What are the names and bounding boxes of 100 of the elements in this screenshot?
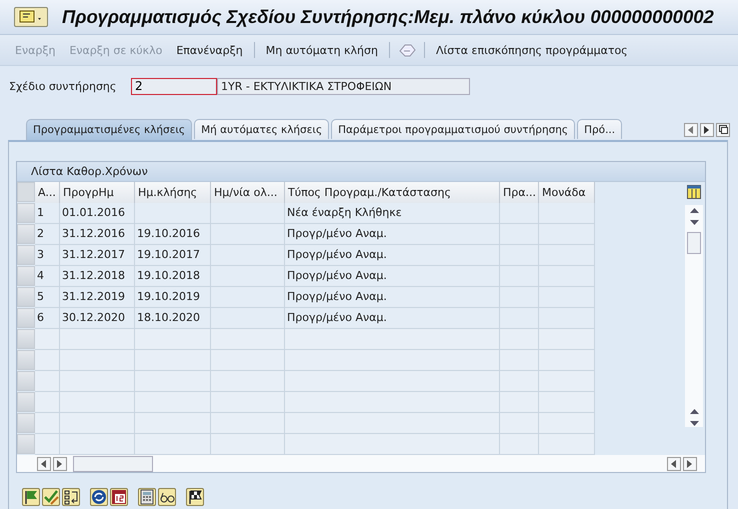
scroll-right-button[interactable] [683, 456, 697, 470]
table-cell [539, 392, 595, 413]
scroll-left-icon [688, 126, 694, 134]
table-cell [500, 413, 539, 434]
table-cell: 31.12.2016 [60, 224, 135, 245]
table-cell [539, 203, 595, 224]
column-header[interactable]: A... [35, 182, 60, 203]
table-cell [35, 434, 60, 455]
table-cell: 19.10.2016 [135, 224, 211, 245]
table-cell: Προγρ/μένο Αναμ. [285, 245, 500, 266]
vertical-scrollbar[interactable] [685, 205, 703, 427]
table-cell [539, 329, 595, 350]
scroll-right-button[interactable] [53, 456, 67, 470]
glasses-button[interactable] [158, 488, 176, 506]
calculator-icon [139, 489, 155, 505]
scroll-left-icon [671, 460, 677, 468]
table-cell [539, 266, 595, 287]
table-cell: 4 [35, 266, 60, 287]
column-header[interactable]: Πρα... [500, 182, 539, 203]
tab-list-button[interactable] [716, 122, 730, 136]
table-cell [539, 287, 595, 308]
toolbar-button[interactable]: Λίστα επισκόπησης προγράμματος [432, 42, 631, 58]
table-cell [500, 287, 539, 308]
field-label: Σχέδιο συντήρησης [9, 80, 118, 92]
flag-button[interactable] [22, 488, 40, 506]
plan-description: 1YR - ΕΚΤΥΛΙΚΤΙΚΑ ΣΤΡΟΦΕΙΩΝ [217, 78, 470, 94]
window-title: Προγραμματισμός Σχεδίου Συντήρησης:Μεμ. πλάνο κύκλου 000000000002 [62, 6, 714, 28]
check-edit-button[interactable] [42, 488, 60, 506]
toolbar-button[interactable]: Επανέναρξη [173, 42, 246, 58]
table-cell [539, 434, 595, 455]
table-cell [539, 350, 595, 371]
scroll-left-icon [41, 460, 47, 468]
table-cell: Προγρ/μένο Αναμ. [285, 308, 500, 329]
toolbar-button[interactable]: Μη αυτόματη κλήση [262, 42, 381, 58]
refresh-icon [91, 489, 107, 505]
calculator-button[interactable] [138, 488, 156, 506]
column-header[interactable]: ΠρογρΗμ [60, 182, 135, 203]
scroll-right-icon [687, 460, 693, 468]
table-cell: 31.12.2018 [60, 266, 135, 287]
scroll-right-icon [704, 126, 710, 134]
table-cell: Προγρ/μένο Αναμ. [285, 224, 500, 245]
table-cell [500, 203, 539, 224]
list-icon [63, 489, 79, 505]
system-menu-icon [18, 9, 44, 25]
scroll-thumb[interactable] [687, 232, 701, 254]
table-cell: 19.10.2019 [135, 287, 211, 308]
calendar-button[interactable] [110, 488, 128, 506]
table-cell [35, 329, 60, 350]
table-title: Λίστα Καθορ.Χρόνων [17, 162, 705, 182]
table-cell [500, 350, 539, 371]
check-edit-icon [43, 489, 59, 505]
table-cell: Προγρ/μένο Αναμ. [285, 266, 500, 287]
table-cell [500, 266, 539, 287]
tab[interactable]: Προγραμματισμένες κλήσεις [26, 119, 192, 140]
table-cell: Νέα έναρξη Κλήθηκε [285, 203, 500, 224]
checkered-flag-icon [187, 489, 203, 505]
scroll-left-button[interactable] [684, 122, 698, 136]
column-header[interactable]: Μονάδα [539, 182, 595, 203]
table-cell [539, 371, 595, 392]
checkered-flag-button[interactable] [186, 488, 204, 506]
column-header[interactable]: Τύπος Προγραμ./Κατάστασης [285, 182, 500, 203]
table-cell: 31.12.2019 [60, 287, 135, 308]
scroll-down-icon[interactable] [690, 421, 698, 427]
flag-icon [23, 489, 39, 505]
column-layout-icon[interactable] [687, 185, 701, 199]
refresh-button[interactable] [90, 488, 108, 506]
scroll-down-icon[interactable] [690, 220, 698, 226]
table-cell [500, 371, 539, 392]
column-header[interactable]: Ημ.κλήσης [135, 182, 211, 203]
tab[interactable]: Πρό... [577, 119, 622, 139]
table-cell [500, 308, 539, 329]
scroll-right-button[interactable] [700, 122, 714, 136]
table-cell: 1 [35, 203, 60, 224]
tab[interactable]: Παράμετροι προγραμματισμού συντήρησης [331, 119, 576, 139]
table-cell [539, 245, 595, 266]
tab-list-icon [718, 125, 728, 134]
table-cell [500, 329, 539, 350]
scroll-left-button[interactable] [37, 456, 51, 470]
table-cell: 19.10.2018 [135, 266, 211, 287]
list-button[interactable] [62, 488, 80, 506]
scroll-right-icon [57, 460, 63, 468]
scroll-left-button[interactable] [667, 456, 681, 470]
table-cell: 3 [35, 245, 60, 266]
table-cell: 31.12.2017 [60, 245, 135, 266]
scroll-thumb[interactable] [73, 456, 153, 472]
table-cell [539, 308, 595, 329]
table-cell [500, 245, 539, 266]
table-cell: 18.10.2020 [135, 308, 211, 329]
maintenance-plan-input[interactable]: 2 [131, 78, 217, 94]
scroll-up-icon[interactable] [690, 409, 698, 415]
system-menu-button[interactable] [14, 7, 48, 27]
table-cell: 19.10.2017 [135, 245, 211, 266]
scroll-up-icon[interactable] [690, 208, 698, 214]
table-cell: 5 [35, 287, 60, 308]
column-header[interactable]: Ημ/νία ολ... [211, 182, 285, 203]
table-cell [539, 413, 595, 434]
table-cell [500, 392, 539, 413]
tab[interactable]: Μή αυτόματες κλήσεις [194, 119, 330, 139]
table-cell [35, 392, 60, 413]
table-cell: 30.12.2020 [60, 308, 135, 329]
